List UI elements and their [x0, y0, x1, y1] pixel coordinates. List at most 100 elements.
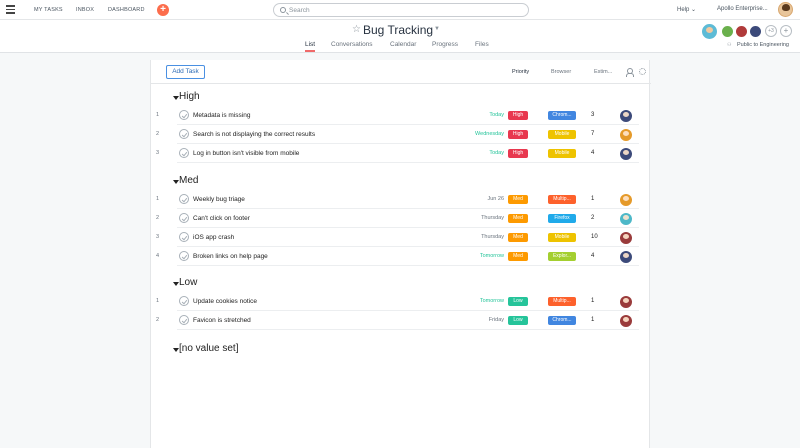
- task-row[interactable]: 1 Weekly bug triage Jun 26 Med Multip... 1: [151, 190, 651, 209]
- due-date[interactable]: Today: [489, 112, 504, 118]
- task-name[interactable]: Update cookies notice: [193, 298, 257, 305]
- section-header[interactable]: Low: [179, 277, 197, 288]
- due-date[interactable]: Thursday: [481, 215, 504, 221]
- browser-tag[interactable]: Multip...: [548, 194, 576, 204]
- task-row[interactable]: 2 Search is not displaying the correct re…: [151, 125, 651, 144]
- estimate-value[interactable]: 1: [591, 317, 594, 323]
- chevron-down-icon[interactable]: ▼: [434, 26, 440, 32]
- tab-conversations[interactable]: Conversations: [331, 41, 373, 48]
- complete-task-checkbox[interactable]: [179, 148, 189, 158]
- complete-task-checkbox[interactable]: [179, 213, 189, 223]
- assignee-avatar[interactable]: [620, 212, 632, 225]
- user-avatar[interactable]: [778, 2, 793, 17]
- priority-tag[interactable]: Low: [508, 315, 528, 325]
- member-avatar[interactable]: [701, 23, 718, 40]
- priority-tag[interactable]: Med: [508, 213, 528, 223]
- organization-menu[interactable]: Apollo Enterprise...: [717, 6, 768, 12]
- assignee-avatar[interactable]: [620, 250, 632, 263]
- star-icon[interactable]: ☆: [352, 24, 361, 35]
- due-date[interactable]: Tomorrow: [480, 298, 504, 304]
- member-avatar[interactable]: [735, 25, 748, 38]
- browser-tag[interactable]: Mobile: [548, 148, 576, 158]
- estimate-value[interactable]: 7: [591, 131, 594, 137]
- task-name[interactable]: iOS app crash: [193, 234, 234, 241]
- section-header[interactable]: Med: [179, 175, 198, 186]
- estimate-value[interactable]: 4: [591, 150, 594, 156]
- hamburger-menu-icon[interactable]: [6, 5, 15, 14]
- priority-tag[interactable]: High: [508, 129, 528, 139]
- assignee-avatar[interactable]: [620, 295, 632, 308]
- nav-dashboard[interactable]: DASHBOARD: [108, 7, 145, 13]
- search-bar[interactable]: [273, 3, 529, 17]
- more-members-count[interactable]: +3: [765, 25, 777, 37]
- complete-task-checkbox[interactable]: [179, 296, 189, 306]
- priority-tag[interactable]: High: [508, 148, 528, 158]
- estimate-value[interactable]: 1: [591, 298, 594, 304]
- priority-tag[interactable]: Med: [508, 232, 528, 242]
- tab-progress[interactable]: Progress: [432, 41, 458, 48]
- browser-tag[interactable]: Mobile: [548, 129, 576, 139]
- complete-task-checkbox[interactable]: [179, 315, 189, 325]
- tab-files[interactable]: Files: [475, 41, 489, 48]
- project-title[interactable]: Bug Tracking: [363, 23, 433, 37]
- task-name[interactable]: Search is not displaying the correct res…: [193, 131, 315, 138]
- task-row[interactable]: 1 Metadata is missing Today High Chrom... 3: [151, 106, 651, 125]
- section-header[interactable]: [no value set]: [179, 343, 238, 354]
- add-member-button[interactable]: +: [780, 25, 792, 37]
- priority-tag[interactable]: Med: [508, 251, 528, 261]
- browser-tag[interactable]: Chrom...: [548, 110, 576, 120]
- task-row[interactable]: 3 iOS app crash Thursday Med Mobile 10: [151, 228, 651, 247]
- add-task-button[interactable]: Add Task: [166, 65, 205, 79]
- complete-task-checkbox[interactable]: [179, 232, 189, 242]
- task-row[interactable]: 4 Broken links on help page Tomorrow Med Exp…: [151, 247, 651, 266]
- task-row[interactable]: 2 Favicon is stretched Friday Low Chrom... 1: [151, 311, 651, 330]
- assignee-avatar[interactable]: [620, 109, 632, 122]
- assignee-avatar[interactable]: [620, 193, 632, 206]
- due-date[interactable]: Tomorrow: [480, 253, 504, 259]
- column-header-estimate[interactable]: Estim...: [594, 69, 612, 75]
- visibility-label[interactable]: Public to Engineering: [737, 42, 789, 48]
- estimate-value[interactable]: 3: [591, 112, 594, 118]
- browser-tag[interactable]: Firefox: [548, 213, 576, 223]
- complete-task-checkbox[interactable]: [179, 129, 189, 139]
- estimate-value[interactable]: 2: [591, 215, 594, 221]
- assignee-avatar[interactable]: [620, 147, 632, 160]
- task-name[interactable]: Log in button isn't visible from mobile: [193, 150, 299, 157]
- member-avatar[interactable]: [721, 25, 734, 38]
- column-header-priority[interactable]: Priority: [512, 69, 529, 75]
- browser-tag[interactable]: Multip...: [548, 296, 576, 306]
- tab-list[interactable]: List: [305, 41, 316, 52]
- task-row[interactable]: 2 Can't click on footer Thursday Med Firefox…: [151, 209, 651, 228]
- help-menu[interactable]: Help ⌄: [677, 6, 696, 13]
- task-row[interactable]: 1 Update cookies notice Tomorrow Low Multip.…: [151, 292, 651, 311]
- due-date[interactable]: Today: [489, 150, 504, 156]
- tab-calendar[interactable]: Calendar: [390, 41, 416, 48]
- due-date[interactable]: Friday: [489, 317, 504, 323]
- browser-tag[interactable]: Explor...: [548, 251, 576, 261]
- task-name[interactable]: Metadata is missing: [193, 112, 250, 119]
- estimate-value[interactable]: 10: [591, 234, 598, 240]
- complete-task-checkbox[interactable]: [179, 251, 189, 261]
- assignee-avatar[interactable]: [620, 128, 632, 141]
- due-date[interactable]: Wednesday: [475, 131, 504, 137]
- assignee-column-icon[interactable]: [626, 68, 634, 77]
- due-date[interactable]: Jun 26: [487, 196, 504, 202]
- browser-tag[interactable]: Chrom...: [548, 315, 576, 325]
- assignee-avatar[interactable]: [620, 231, 632, 244]
- quick-add-button[interactable]: +: [157, 4, 169, 16]
- column-header-browser[interactable]: Browser: [551, 69, 571, 75]
- due-date[interactable]: Thursday: [481, 234, 504, 240]
- estimate-value[interactable]: 1: [591, 196, 594, 202]
- assignee-avatar[interactable]: [620, 314, 632, 327]
- priority-tag[interactable]: High: [508, 110, 528, 120]
- estimate-value[interactable]: 4: [591, 253, 594, 259]
- task-name[interactable]: Weekly bug triage: [193, 196, 245, 203]
- task-name[interactable]: Broken links on help page: [193, 253, 268, 260]
- search-input[interactable]: [289, 5, 519, 15]
- section-header[interactable]: High: [179, 91, 200, 102]
- task-name[interactable]: Favicon is stretched: [193, 317, 251, 324]
- complete-task-checkbox[interactable]: [179, 110, 189, 120]
- gear-icon[interactable]: [639, 68, 646, 75]
- member-avatar[interactable]: [749, 25, 762, 38]
- nav-my-tasks[interactable]: MY TASKS: [34, 7, 63, 13]
